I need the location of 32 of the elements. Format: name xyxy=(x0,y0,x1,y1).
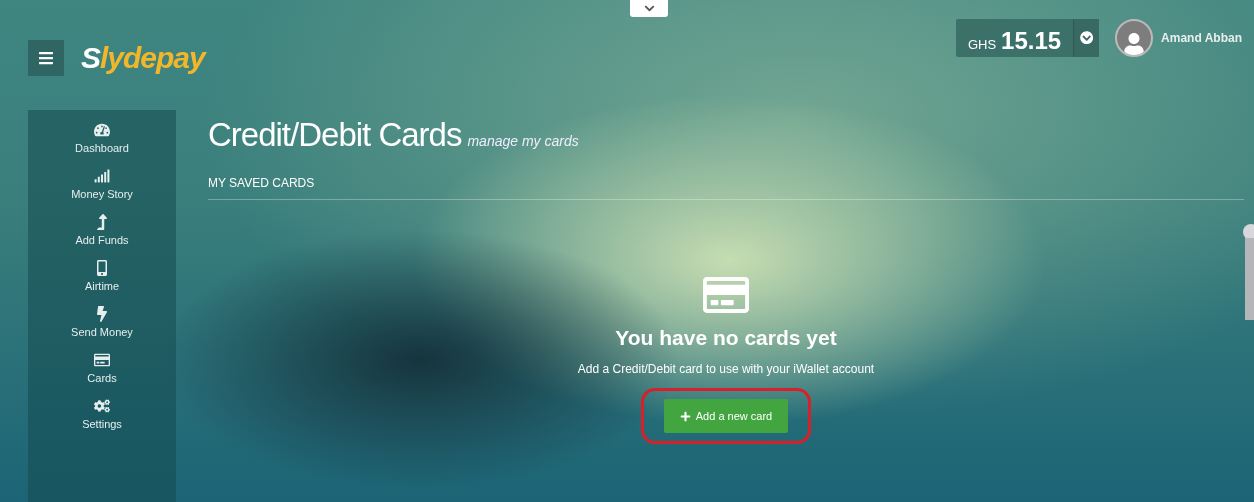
user-name[interactable]: Amand Abban xyxy=(1161,31,1242,45)
balance-amount: 15.15 xyxy=(1001,27,1062,55)
chevron-down-icon xyxy=(643,3,655,14)
nav-icon xyxy=(94,168,110,184)
sidebar-item[interactable]: Add Funds xyxy=(75,214,129,246)
page-subtitle: manage my cards xyxy=(467,133,579,149)
section-heading: MY SAVED CARDS xyxy=(208,176,1244,200)
collapse-tab[interactable] xyxy=(630,0,668,17)
side-handle-drawing[interactable] xyxy=(1240,222,1254,320)
currency-label: GHS xyxy=(967,37,997,52)
nav-icon xyxy=(94,260,110,276)
menu-icon xyxy=(38,50,54,66)
sidebar-item[interactable]: Cards xyxy=(87,352,117,384)
sidebar-item[interactable]: Settings xyxy=(82,398,122,430)
sidebar-item[interactable]: Dashboard xyxy=(75,122,129,154)
user-avatar[interactable] xyxy=(1115,19,1154,57)
page-title: Credit/Debit Cards xyxy=(208,116,462,154)
nav-icon xyxy=(94,122,110,138)
empty-heading: You have no cards yet xyxy=(615,326,837,350)
nav-icon xyxy=(94,306,110,322)
nav-icon xyxy=(94,352,110,368)
empty-description: Add a Credit/Debit card to use with your iWallet account xyxy=(577,362,875,376)
sidebar-item[interactable]: Airtime xyxy=(84,260,120,292)
sidebar-item[interactable]: Send Money xyxy=(71,306,133,338)
nav-icon xyxy=(94,398,110,414)
balance-dropdown-button[interactable] xyxy=(1073,19,1100,57)
logo: Slydepay xyxy=(81,41,205,75)
sidebar-item[interactable]: Money Story xyxy=(71,168,133,200)
nav-icon xyxy=(94,214,110,230)
chevron-down-icon xyxy=(1079,31,1094,45)
menu-button[interactable] xyxy=(28,40,64,76)
plus-icon xyxy=(679,410,691,422)
